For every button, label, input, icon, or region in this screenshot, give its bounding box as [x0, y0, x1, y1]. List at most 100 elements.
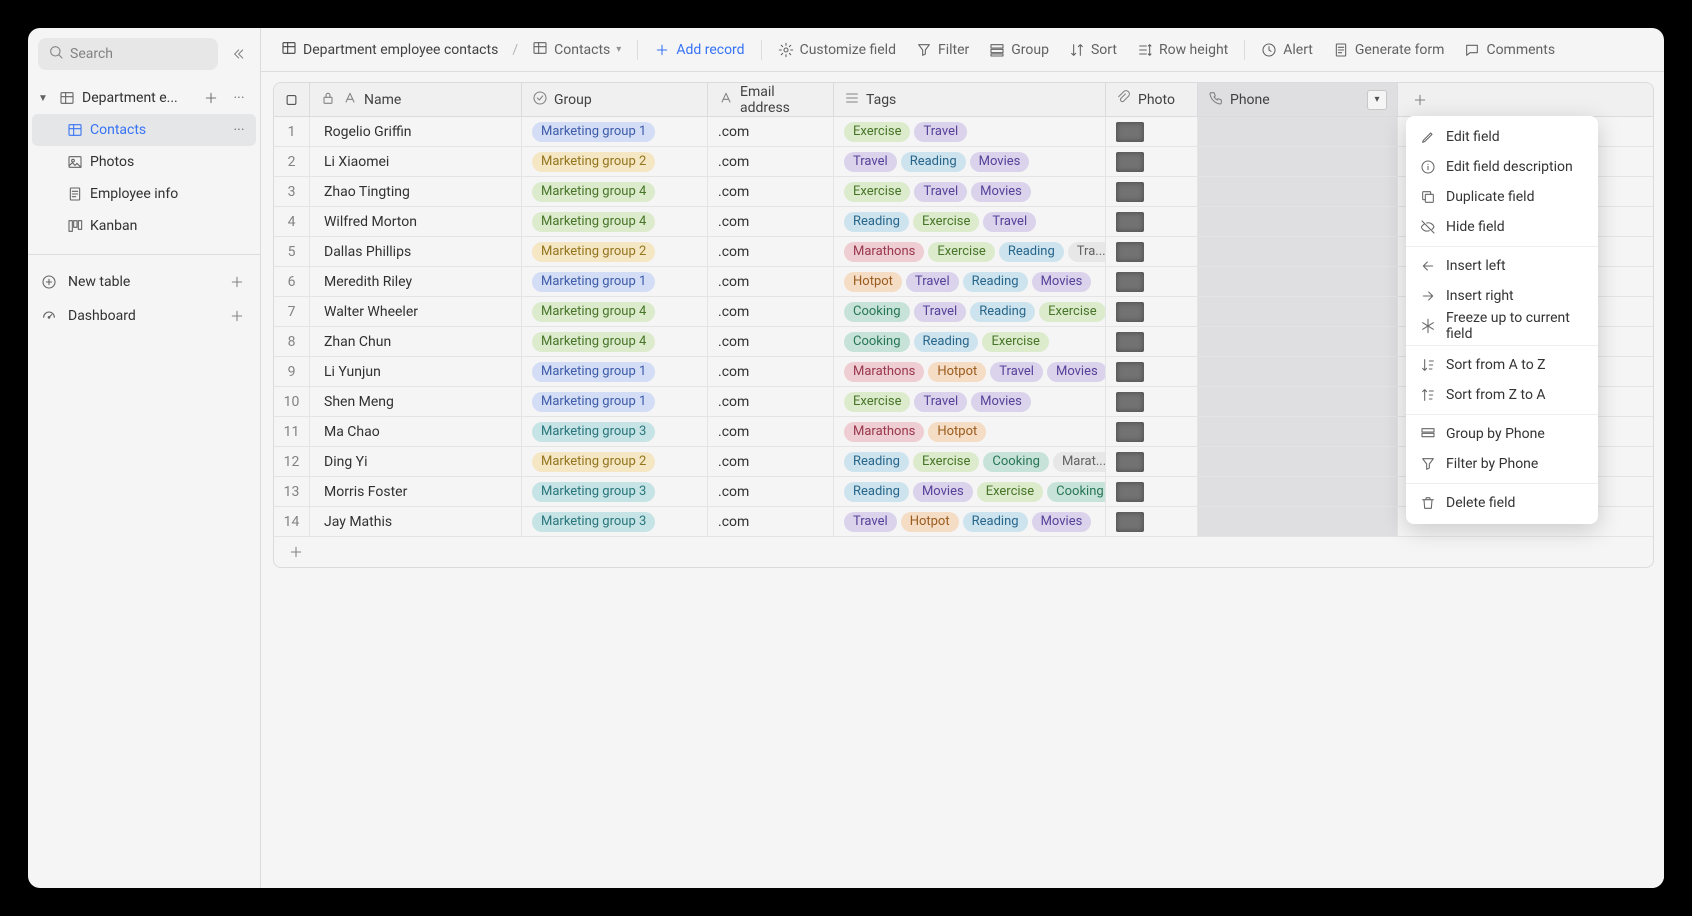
cell-email[interactable]: .com: [708, 357, 834, 386]
cell-name[interactable]: Ma Chao: [310, 417, 522, 446]
cell-photo[interactable]: [1106, 507, 1198, 536]
cell-group[interactable]: Marketing group 1: [522, 267, 708, 296]
cell-tags[interactable]: ExerciseTravelMovies: [834, 177, 1106, 206]
cell-email[interactable]: .com: [708, 147, 834, 176]
cell-phone[interactable]: [1198, 117, 1398, 146]
cell-name[interactable]: Dallas Phillips: [310, 237, 522, 266]
cell-phone[interactable]: [1198, 297, 1398, 326]
cell-email[interactable]: .com: [708, 447, 834, 476]
sidebar-pinned-new-table[interactable]: New table: [32, 265, 256, 299]
sidebar-view-kanban[interactable]: Kanban: [32, 210, 256, 242]
cell-group[interactable]: Marketing group 2: [522, 237, 708, 266]
cell-photo[interactable]: [1106, 447, 1198, 476]
row-height-button[interactable]: Row height: [1131, 38, 1234, 62]
cell-group[interactable]: Marketing group 3: [522, 417, 708, 446]
column-header-tags[interactable]: Tags: [834, 83, 1106, 116]
cell-phone[interactable]: [1198, 507, 1398, 536]
cell-name[interactable]: Zhan Chun: [310, 327, 522, 356]
sidebar-view-employee-info[interactable]: Employee info: [32, 178, 256, 210]
group-button[interactable]: Group: [983, 38, 1055, 62]
cell-photo[interactable]: [1106, 477, 1198, 506]
add-column-button[interactable]: [1398, 83, 1442, 116]
filter-button[interactable]: Filter: [910, 38, 975, 62]
generate-form-button[interactable]: Generate form: [1327, 38, 1451, 62]
cell-email[interactable]: .com: [708, 297, 834, 326]
cell-tags[interactable]: MarathonsHotpot: [834, 417, 1106, 446]
cell-email[interactable]: .com: [708, 477, 834, 506]
add-button[interactable]: [226, 305, 248, 327]
cell-group[interactable]: Marketing group 1: [522, 387, 708, 416]
cell-phone[interactable]: [1198, 207, 1398, 236]
menu-item-group-by-phone[interactable]: Group by Phone: [1406, 419, 1598, 449]
cell-tags[interactable]: ReadingMoviesExerciseCooking: [834, 477, 1106, 506]
cell-email[interactable]: .com: [708, 117, 834, 146]
cell-email[interactable]: .com: [708, 207, 834, 236]
cell-email[interactable]: .com: [708, 327, 834, 356]
cell-tags[interactable]: TravelReadingMovies: [834, 147, 1106, 176]
cell-phone[interactable]: [1198, 177, 1398, 206]
cell-photo[interactable]: [1106, 387, 1198, 416]
cell-phone[interactable]: [1198, 417, 1398, 446]
sidebar-view-photos[interactable]: Photos: [32, 146, 256, 178]
breadcrumb-base[interactable]: Department employee contacts: [275, 36, 504, 64]
cell-name[interactable]: Jay Mathis: [310, 507, 522, 536]
column-header-group[interactable]: Group: [522, 83, 708, 116]
cell-photo[interactable]: [1106, 237, 1198, 266]
cell-group[interactable]: Marketing group 1: [522, 117, 708, 146]
sidebar-view-contacts[interactable]: Contacts ···: [32, 114, 256, 146]
cell-group[interactable]: Marketing group 4: [522, 207, 708, 236]
cell-photo[interactable]: [1106, 117, 1198, 146]
cell-email[interactable]: .com: [708, 237, 834, 266]
cell-photo[interactable]: [1106, 207, 1198, 236]
cell-phone[interactable]: [1198, 477, 1398, 506]
cell-group[interactable]: Marketing group 4: [522, 297, 708, 326]
sidebar-pinned-dashboard[interactable]: Dashboard: [32, 299, 256, 333]
search-input[interactable]: Search: [38, 38, 218, 70]
cell-email[interactable]: .com: [708, 507, 834, 536]
cell-tags[interactable]: MarathonsExerciseReadingTra...: [834, 237, 1106, 266]
cell-group[interactable]: Marketing group 2: [522, 147, 708, 176]
cell-group[interactable]: Marketing group 2: [522, 447, 708, 476]
cell-email[interactable]: .com: [708, 177, 834, 206]
column-header-email[interactable]: Email address: [708, 83, 834, 116]
collapse-sidebar-button[interactable]: [226, 42, 250, 66]
cell-photo[interactable]: [1106, 177, 1198, 206]
menu-item-delete-field[interactable]: Delete field: [1406, 488, 1598, 518]
base-more-button[interactable]: ···: [228, 87, 250, 109]
column-header-phone[interactable]: Phone ▾: [1198, 83, 1398, 116]
menu-item-hide-field[interactable]: Hide field: [1406, 212, 1598, 242]
cell-name[interactable]: Li Yunjun: [310, 357, 522, 386]
cell-group[interactable]: Marketing group 1: [522, 357, 708, 386]
cell-phone[interactable]: [1198, 327, 1398, 356]
menu-item-sort-from-a-to-z[interactable]: Sort from A to Z: [1406, 350, 1598, 380]
cell-phone[interactable]: [1198, 447, 1398, 476]
cell-email[interactable]: .com: [708, 387, 834, 416]
cell-name[interactable]: Ding Yi: [310, 447, 522, 476]
sidebar-base-row[interactable]: ▼ Department e... ···: [32, 82, 256, 114]
cell-phone[interactable]: [1198, 147, 1398, 176]
column-dropdown-button[interactable]: ▾: [1367, 90, 1387, 110]
cell-group[interactable]: Marketing group 4: [522, 177, 708, 206]
cell-photo[interactable]: [1106, 147, 1198, 176]
column-header-name[interactable]: Name: [310, 83, 522, 116]
breadcrumb-view[interactable]: Contacts ▾: [526, 36, 627, 64]
cell-email[interactable]: .com: [708, 417, 834, 446]
cell-photo[interactable]: [1106, 297, 1198, 326]
cell-name[interactable]: Shen Meng: [310, 387, 522, 416]
cell-tags[interactable]: ReadingExerciseCookingMarat...: [834, 447, 1106, 476]
cell-phone[interactable]: [1198, 237, 1398, 266]
menu-item-sort-from-z-to-a[interactable]: Sort from Z to A: [1406, 380, 1598, 410]
cell-phone[interactable]: [1198, 357, 1398, 386]
view-more-button[interactable]: ···: [228, 119, 250, 141]
menu-item-filter-by-phone[interactable]: Filter by Phone: [1406, 449, 1598, 479]
cell-phone[interactable]: [1198, 387, 1398, 416]
cell-name[interactable]: Rogelio Griffin: [310, 117, 522, 146]
add-button[interactable]: [226, 271, 248, 293]
add-record-button[interactable]: Add record: [648, 38, 750, 62]
menu-item-edit-field[interactable]: Edit field: [1406, 122, 1598, 152]
cell-name[interactable]: Zhao Tingting: [310, 177, 522, 206]
menu-item-insert-right[interactable]: Insert right: [1406, 281, 1598, 311]
cell-group[interactable]: Marketing group 3: [522, 507, 708, 536]
add-view-button[interactable]: [200, 87, 222, 109]
cell-group[interactable]: Marketing group 4: [522, 327, 708, 356]
